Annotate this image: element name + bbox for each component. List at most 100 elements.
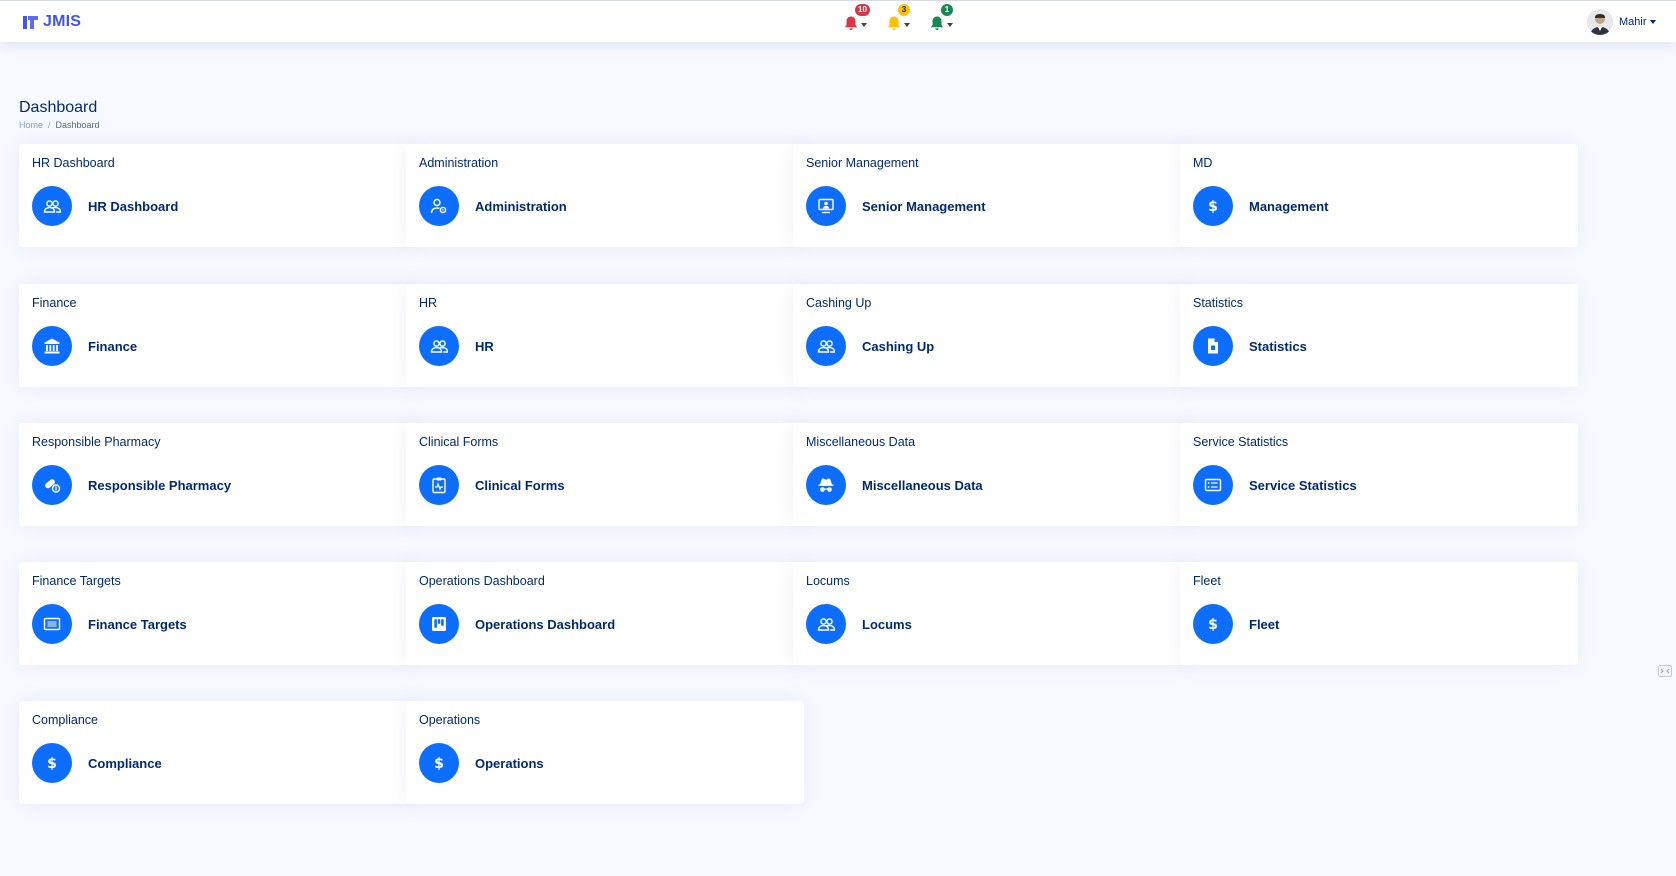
top-navbar: JMIS 10 3 1 Mahir	[0, 0, 1676, 42]
card-title: Cashing Up	[806, 296, 872, 310]
card-link[interactable]: Operations Dashboard	[475, 617, 615, 632]
dashboard-card[interactable]: Operations Dashboard Operations Dashboard	[406, 562, 804, 665]
chevron-down-icon	[1649, 20, 1656, 24]
notification-count-badge: 3	[898, 4, 910, 16]
card-icon-circle[interactable]	[32, 186, 72, 226]
breadcrumb-home-link[interactable]: Home	[19, 120, 43, 130]
notification-count-badge: 10	[855, 4, 870, 16]
people-icon	[817, 618, 835, 631]
card-icon-circle[interactable]	[419, 326, 459, 366]
chevron-down-icon	[947, 23, 953, 27]
svg-text:$: $	[1208, 199, 1218, 215]
dashboard-card[interactable]: MD $ Management	[1180, 144, 1578, 247]
card-link[interactable]: Management	[1249, 199, 1328, 214]
card-icon-circle[interactable]	[806, 604, 846, 644]
card-link[interactable]: HR Dashboard	[88, 199, 178, 214]
card-title: Finance	[32, 296, 77, 310]
dashboard-card[interactable]: Finance Finance	[19, 284, 417, 387]
card-title: Responsible Pharmacy	[32, 435, 161, 449]
card-link[interactable]: Service Statistics	[1249, 478, 1357, 493]
card-link[interactable]: Administration	[475, 199, 567, 214]
dashboard-card[interactable]: Clinical Forms Clinical Forms	[406, 423, 804, 526]
people-icon	[430, 340, 448, 353]
card-icon-circle[interactable]	[419, 186, 459, 226]
dashboard-card[interactable]: Fleet $ Fleet	[1180, 562, 1578, 665]
notification-bell-yellow[interactable]: 3	[886, 4, 910, 35]
dashboard-card[interactable]: Operations $ Operations	[406, 701, 804, 804]
dashboard-card[interactable]: HR Dashboard HR Dashboard	[19, 144, 417, 247]
notification-bell-red[interactable]: 10	[843, 4, 870, 35]
card-icon-circle[interactable]: $	[32, 743, 72, 783]
card-link[interactable]: Finance	[88, 339, 137, 354]
user-name: Mahir	[1619, 16, 1647, 28]
card-link[interactable]: Responsible Pharmacy	[88, 478, 231, 493]
notification-bell-green[interactable]: 1	[929, 4, 953, 35]
dashboard-card[interactable]: Compliance $ Compliance	[19, 701, 417, 804]
card-title: Miscellaneous Data	[806, 435, 916, 449]
people-icon	[817, 340, 835, 353]
kanban-icon	[432, 617, 446, 631]
card-title: Statistics	[1193, 296, 1244, 310]
card-list-icon	[1204, 478, 1222, 492]
app-logo[interactable]: JMIS	[22, 12, 81, 32]
dashboard-card[interactable]: Statistics Statistics	[1180, 284, 1578, 387]
card-link[interactable]: Locums	[862, 617, 912, 632]
card-icon-circle[interactable]	[1193, 465, 1233, 505]
card-icon-circle[interactable]	[806, 186, 846, 226]
breadcrumb-separator: /	[48, 120, 51, 130]
chevron-down-icon	[861, 23, 867, 27]
card-link[interactable]: Operations	[475, 756, 544, 771]
card-icon-circle[interactable]: $	[1193, 604, 1233, 644]
dashboard-card[interactable]: Responsible Pharmacy Responsible Pharmacy	[19, 423, 417, 526]
dashboard-card[interactable]: Cashing Up Cashing Up	[793, 284, 1191, 387]
list-icon	[43, 617, 61, 631]
jmis-logo-icon	[23, 15, 38, 29]
page-title: Dashboard	[19, 99, 98, 116]
card-title: HR Dashboard	[32, 156, 115, 170]
dollar-icon: $	[434, 756, 444, 772]
dashboard-card[interactable]: Service Statistics Service Statistics	[1180, 423, 1578, 526]
collapse-icon[interactable]	[1658, 665, 1672, 677]
chevron-down-icon	[904, 23, 910, 27]
dashboard-card[interactable]: Senior Management Senior Management	[793, 144, 1191, 247]
card-icon-circle[interactable]	[32, 465, 72, 505]
card-title: Senior Management	[806, 156, 919, 170]
card-title: Administration	[419, 156, 499, 170]
presentation-icon	[818, 198, 834, 214]
card-link[interactable]: Miscellaneous Data	[862, 478, 983, 493]
card-icon-circle[interactable]	[419, 604, 459, 644]
card-icon-circle[interactable]	[32, 326, 72, 366]
card-icon-circle[interactable]	[32, 604, 72, 644]
card-title: Clinical Forms	[419, 435, 499, 449]
card-link[interactable]: Finance Targets	[88, 617, 187, 632]
card-link[interactable]: Cashing Up	[862, 339, 934, 354]
dashboard-card[interactable]: Locums Locums	[793, 562, 1191, 665]
card-title: MD	[1193, 156, 1213, 170]
dashboard-card[interactable]: Miscellaneous Data Miscellaneous Data	[793, 423, 1191, 526]
card-icon-circle[interactable]: $	[419, 743, 459, 783]
breadcrumb: Home / Dashboard	[19, 120, 100, 130]
card-icon-circle[interactable]	[806, 326, 846, 366]
notification-count-badge: 1	[941, 4, 953, 16]
incognito-icon	[818, 478, 834, 492]
card-icon-circle[interactable]: $	[1193, 186, 1233, 226]
card-title: Compliance	[32, 713, 99, 727]
avatar	[1587, 9, 1613, 35]
card-icon-circle[interactable]	[806, 465, 846, 505]
dashboard-card[interactable]: Finance Targets Finance Targets	[19, 562, 417, 665]
card-icon-circle[interactable]	[1193, 326, 1233, 366]
card-link[interactable]: Compliance	[88, 756, 162, 771]
dashboard-card[interactable]: HR HR	[406, 284, 804, 387]
user-profile-dropdown[interactable]: Mahir	[1587, 9, 1656, 35]
dashboard-card[interactable]: Administration Administration	[406, 144, 804, 247]
card-link[interactable]: Statistics	[1249, 339, 1307, 354]
card-title: Operations Dashboard	[419, 574, 545, 588]
card-link[interactable]: HR	[475, 339, 494, 354]
svg-text:$: $	[434, 756, 444, 772]
card-link[interactable]: Senior Management	[862, 199, 986, 214]
card-link[interactable]: Clinical Forms	[475, 478, 565, 493]
file-icon	[1208, 338, 1218, 354]
card-title: HR	[419, 296, 438, 310]
card-icon-circle[interactable]	[419, 465, 459, 505]
card-link[interactable]: Fleet	[1249, 617, 1279, 632]
